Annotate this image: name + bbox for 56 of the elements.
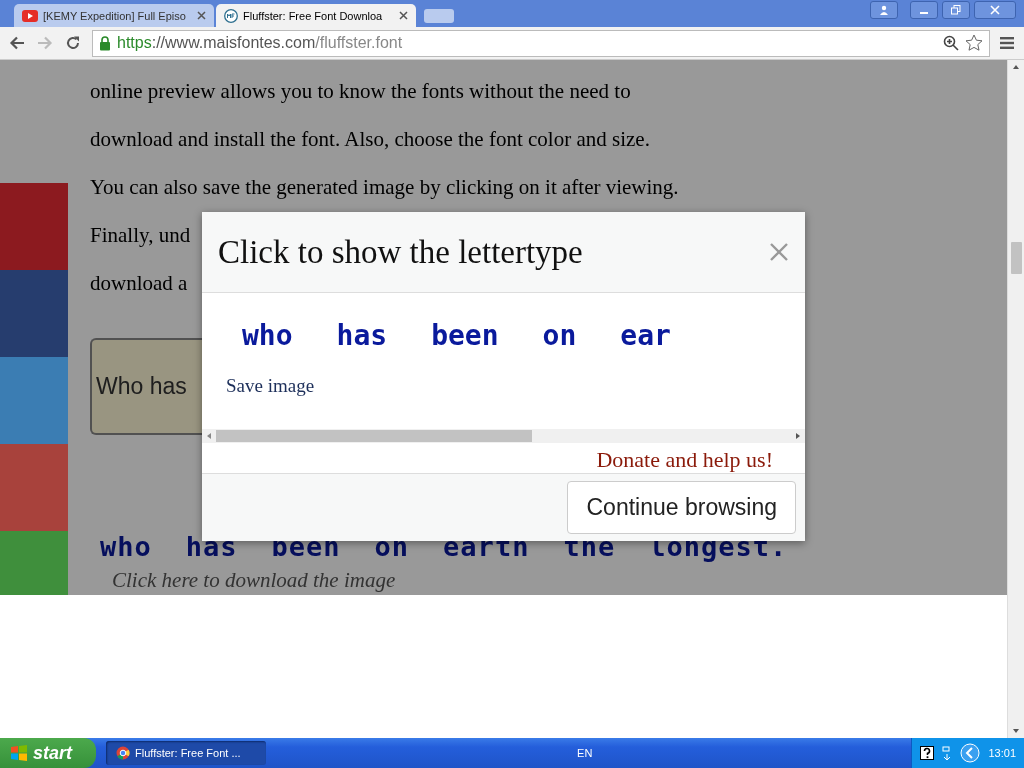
chevron-icon[interactable] xyxy=(960,743,981,763)
url-text: https://www.maisfontes.com/fluffster.font xyxy=(117,34,404,52)
help-icon[interactable] xyxy=(920,746,935,760)
scroll-thumb[interactable] xyxy=(216,430,532,442)
close-icon[interactable] xyxy=(399,11,408,20)
donate-link[interactable]: Donate and help us! xyxy=(596,447,773,473)
paragraph-line: download a xyxy=(90,270,188,297)
font-preview-word: ear xyxy=(620,319,671,354)
address-bar[interactable]: https://www.maisfontes.com/fluffster.font xyxy=(92,29,990,57)
save-image-link[interactable]: Save image xyxy=(226,375,315,397)
paragraph-line: You can also save the generated image by clicking on it after viewing. xyxy=(90,174,679,201)
font-preview-word: on xyxy=(374,531,410,562)
network-icon[interactable] xyxy=(942,746,953,760)
scrollbar[interactable] xyxy=(1007,60,1024,738)
minimize-icon xyxy=(920,12,928,14)
scroll-right-icon[interactable] xyxy=(795,432,801,440)
language-indicator[interactable]: EN xyxy=(577,747,593,759)
font-preview-word: on xyxy=(542,319,577,354)
paragraph-line: online preview allows you to know the fonts without the need to xyxy=(90,78,631,105)
lock-icon xyxy=(99,35,111,51)
font-preview-word: who xyxy=(242,319,293,354)
browser-tab[interactable]: [KEMY Expedition] Full Episo xyxy=(14,4,214,27)
paragraph-line: Finally, und xyxy=(90,222,191,249)
restore-icon xyxy=(951,5,961,15)
font-preview-word: who xyxy=(100,531,152,562)
close-icon[interactable] xyxy=(197,11,206,20)
download-link[interactable]: Click here to download the image xyxy=(112,568,788,593)
dialog-title: Click to show the lettertype xyxy=(218,233,583,271)
zoom-icon[interactable] xyxy=(943,35,959,51)
restore-button[interactable] xyxy=(942,1,970,19)
profile-button[interactable] xyxy=(870,1,898,19)
clock: 13:01 xyxy=(988,747,1016,759)
windows-logo-icon xyxy=(10,744,28,762)
browser-icon xyxy=(116,746,130,760)
font-preview-word: been xyxy=(431,319,499,354)
video-icon xyxy=(22,9,38,22)
reload-icon[interactable] xyxy=(65,35,81,51)
paragraph-line: download and install the font. Also, choose the font color and size. xyxy=(90,126,650,153)
close-button[interactable] xyxy=(974,1,1016,19)
browser-tab[interactable]: Fluffster: Free Font Downloa xyxy=(216,4,416,27)
close-icon xyxy=(990,5,1000,15)
user-icon xyxy=(879,5,889,15)
menu-icon[interactable] xyxy=(1000,37,1014,49)
font-preview-word: has xyxy=(185,531,238,562)
scroll-left-icon[interactable] xyxy=(206,432,212,440)
font-preview-word: has xyxy=(336,319,388,354)
continue-browsing-button[interactable]: Continue browsing xyxy=(567,481,796,534)
taskbar-window-button[interactable]: Fluffster: Free Font ... xyxy=(106,741,266,765)
minimize-button[interactable] xyxy=(910,1,938,19)
scroll-thumb[interactable] xyxy=(1010,242,1022,274)
star-icon[interactable] xyxy=(965,34,983,52)
horizontal-scrollbar[interactable] xyxy=(202,429,805,443)
site-logo-icon xyxy=(224,8,238,23)
back-icon[interactable] xyxy=(9,36,25,50)
text-field[interactable]: Who has xyxy=(90,338,202,435)
font-preview-word: been xyxy=(271,531,341,562)
